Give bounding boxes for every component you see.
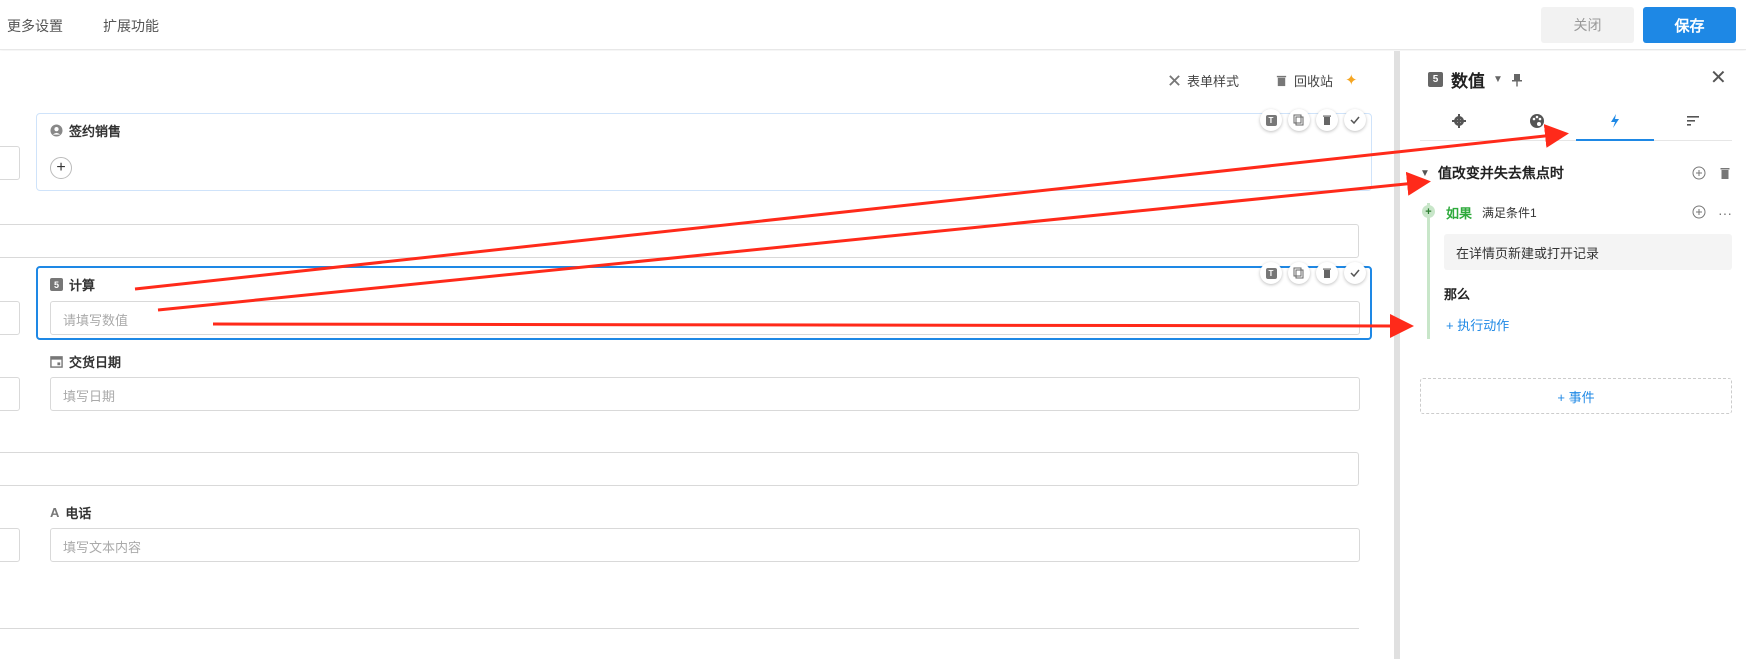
- field-card-sales[interactable]: [36, 113, 1372, 191]
- add-condition-icon[interactable]: +: [1422, 205, 1435, 218]
- left-field-4[interactable]: [0, 528, 20, 562]
- event-header[interactable]: ▼ 值改变并失去焦点时: [1420, 163, 1732, 183]
- collapse-caret-icon[interactable]: ▼: [1420, 168, 1430, 179]
- then-label: 那么: [1444, 287, 1471, 302]
- event-name: 值改变并失去焦点时: [1437, 165, 1564, 181]
- add-circle-icon[interactable]: [1692, 205, 1706, 219]
- panel-tabs: [1420, 101, 1732, 141]
- condition-bar: [1427, 203, 1430, 339]
- user-icon: [50, 124, 63, 137]
- form-style-link[interactable]: 表单样式: [1168, 71, 1239, 90]
- calc-input[interactable]: 请填写数值: [50, 301, 1360, 335]
- delete-icon[interactable]: [1718, 166, 1732, 180]
- calc-card-tools: T: [1260, 262, 1366, 284]
- copy-icon[interactable]: [1288, 262, 1310, 284]
- chevron-down-icon[interactable]: ▼: [1493, 74, 1503, 85]
- add-circle-icon[interactable]: [1692, 166, 1706, 180]
- condition-box[interactable]: 在详情页新建或打开记录: [1444, 234, 1732, 270]
- delete-icon[interactable]: [1316, 262, 1338, 284]
- if-condition[interactable]: 满足条件1: [1482, 204, 1537, 221]
- add-sales-button[interactable]: +: [50, 157, 72, 179]
- wide-field-1[interactable]: [0, 224, 1359, 258]
- close-icon[interactable]: ✕: [1710, 65, 1727, 90]
- calc-field-label: 5 计算: [50, 275, 95, 294]
- gear-icon: [1452, 113, 1466, 128]
- form-canvas: 表单样式 回收站 ✦ 签约销售 + T 5 计算 请填写数值 T 交货日期 填写…: [0, 51, 1394, 659]
- number-icon: 5: [50, 278, 63, 291]
- close-button[interactable]: 关闭: [1541, 7, 1634, 43]
- calendar-icon: [50, 356, 63, 368]
- number-icon: 5: [1428, 72, 1443, 87]
- palette-icon: [1530, 113, 1544, 128]
- sparkle-icon[interactable]: ✦: [1345, 71, 1358, 89]
- delivery-field-label: 交货日期: [50, 352, 121, 371]
- trash-icon: [1276, 75, 1287, 87]
- add-action-link[interactable]: + 执行动作: [1446, 315, 1509, 334]
- title-tool-icon[interactable]: T: [1260, 262, 1282, 284]
- delete-icon[interactable]: [1316, 109, 1338, 131]
- properties-panel: 5 数值 ▼ ✕ ▼ 值改变并失去焦点时 + 如果 满足条件1 ··· 在详情页…: [1400, 51, 1746, 659]
- tab-sort[interactable]: [1654, 101, 1732, 140]
- form-style-icon: [1169, 75, 1180, 86]
- sales-field-label: 签约销售: [50, 121, 121, 140]
- if-row: 如果 满足条件1 ···: [1446, 203, 1732, 222]
- check-icon[interactable]: [1344, 262, 1366, 284]
- nav-extensions[interactable]: 扩展功能: [103, 16, 159, 36]
- tab-events[interactable]: [1576, 101, 1654, 141]
- recycle-bin-link[interactable]: 回收站: [1275, 71, 1333, 90]
- if-keyword: 如果: [1446, 206, 1473, 221]
- text-icon: A: [50, 505, 60, 520]
- tab-style[interactable]: [1498, 101, 1576, 140]
- save-button[interactable]: 保存: [1643, 7, 1736, 43]
- left-field-2[interactable]: [0, 301, 20, 335]
- add-event-button[interactable]: + 事件: [1420, 378, 1732, 414]
- phone-input[interactable]: 填写文本内容: [50, 528, 1360, 562]
- left-field-3[interactable]: [0, 377, 20, 411]
- wide-field-2[interactable]: [0, 452, 1359, 486]
- divider: [0, 628, 1359, 629]
- pin-icon[interactable]: [1511, 73, 1523, 87]
- top-bar: 更多设置 扩展功能 关闭 保存: [0, 0, 1746, 50]
- phone-field-label: A 电话: [50, 505, 92, 521]
- copy-icon[interactable]: [1288, 109, 1310, 131]
- lightning-icon: [1611, 113, 1619, 128]
- delivery-date-input[interactable]: 填写日期: [50, 377, 1360, 411]
- sort-icon: [1687, 115, 1699, 126]
- more-icon[interactable]: ···: [1718, 205, 1732, 221]
- form-style-label: 表单样式: [1187, 74, 1240, 89]
- check-icon[interactable]: [1344, 109, 1366, 131]
- tab-settings[interactable]: [1420, 101, 1498, 140]
- sales-card-tools: T: [1260, 109, 1366, 131]
- panel-title: 5 数值 ▼: [1428, 67, 1523, 92]
- nav-more-settings[interactable]: 更多设置: [7, 16, 63, 36]
- left-field-1[interactable]: [0, 146, 20, 180]
- title-tool-icon[interactable]: T: [1260, 109, 1282, 131]
- recycle-bin-label: 回收站: [1294, 74, 1334, 89]
